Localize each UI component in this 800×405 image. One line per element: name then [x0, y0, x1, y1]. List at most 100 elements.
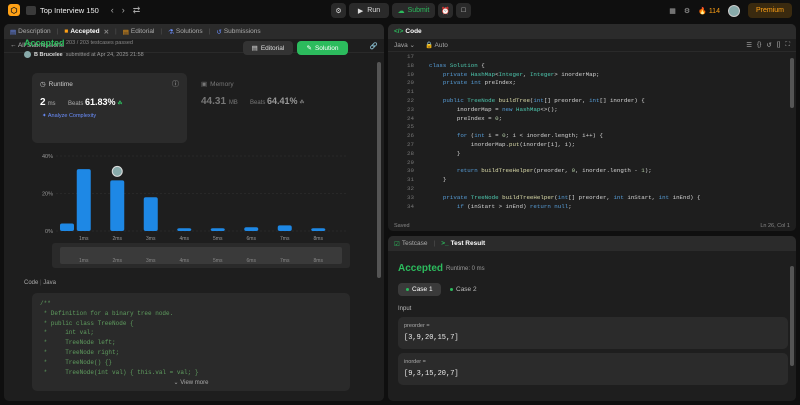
debug-icon[interactable]: ⚙ [331, 3, 346, 18]
author-name[interactable]: B Brucelee [34, 52, 63, 58]
y-tick-label: 20% [42, 192, 53, 198]
user-avatar[interactable] [727, 4, 740, 17]
range-tick-label: 2ms [113, 258, 123, 264]
case-1-tab[interactable]: Case 1 [398, 283, 441, 296]
run-button[interactable]: ▶ Run [349, 3, 389, 18]
line-number: 34 [407, 202, 414, 210]
memory-beats: Beats 64.41% ☘ [250, 96, 305, 106]
input-preorder: preorder = [3,9,20,15,7] [398, 317, 788, 349]
submit-label: Submit [407, 7, 430, 14]
chart-bar[interactable] [244, 227, 259, 231]
chart-bar[interactable] [76, 169, 91, 231]
runtime-label: Runtime [48, 80, 73, 88]
code-line: * TreeNode left; [40, 339, 116, 347]
reset-icon[interactable]: ↺ [766, 41, 771, 49]
left-scrollbar[interactable] [377, 62, 381, 278]
submit-button[interactable]: ☁ Submit [392, 3, 435, 18]
code-editor[interactable]: 17 18 class Solution {19 private HashMap<I… [388, 53, 796, 217]
chart-bar[interactable] [210, 228, 225, 231]
solution-button[interactable]: ✎ Solution [297, 41, 348, 55]
input-name: inorder = [404, 359, 426, 365]
case-2-tab[interactable]: Case 2 [442, 283, 485, 296]
code-line: private TreeNode buildTreeHelper(int[] p… [442, 193, 701, 201]
test-scrollbar[interactable] [790, 266, 794, 366]
range-tick-label: 3ms [146, 258, 156, 264]
tab-label: Submissions [223, 28, 261, 35]
runtime-distribution-chart[interactable]: 40% 20% 0% 1ms 1ms 2ms 2ms 3ms 3ms 4ms 4ms 5ms 5ms 6m… [34, 151, 350, 271]
chart-bar[interactable] [110, 180, 125, 231]
next-problem-icon[interactable]: › [122, 5, 125, 15]
braces-icon[interactable]: {} [757, 41, 761, 49]
tab-testcase[interactable]: ☑ Testcase [394, 240, 427, 248]
prev-problem-icon[interactable]: ‹ [111, 5, 114, 15]
close-icon[interactable]: ✕ [104, 28, 109, 36]
fullscreen-icon[interactable]: ⛶ [785, 41, 790, 49]
cloud-upload-icon: ☁ [397, 7, 405, 15]
code-tabs: </> Code [388, 24, 796, 39]
list-icon [26, 5, 36, 15]
auto-mode[interactable]: 🔒 Auto [425, 41, 448, 49]
shuffle-icon[interactable]: ⇄ [133, 5, 141, 16]
language-select[interactable]: Java ⌄ [394, 41, 415, 49]
line-number: 31 [407, 176, 414, 184]
tab-accepted[interactable]: ■ Accepted ✕ [64, 28, 109, 36]
code-line: * public class TreeNode { [40, 319, 134, 327]
tab-editorial[interactable]: ▤ Editorial [123, 28, 155, 36]
memory-number: 44.31 [201, 96, 227, 107]
code-line: if (inStart > inEnd) return null; [456, 202, 572, 210]
brackets-icon[interactable]: [] [777, 41, 781, 49]
premium-button[interactable]: Premium [747, 3, 792, 18]
view-more-button[interactable]: ⌄ View more [32, 379, 350, 389]
editorial-button[interactable]: ▤ Editorial [243, 41, 293, 55]
analyze-complexity-link[interactable]: ✦ Analyze Complexity [42, 113, 96, 119]
language-label: Java [394, 42, 408, 49]
link-icon[interactable]: 🔗 [370, 42, 378, 50]
info-icon[interactable]: ⓘ [172, 79, 179, 89]
chart-bar[interactable] [177, 228, 192, 231]
saved-status: Saved [394, 223, 410, 229]
runtime-card[interactable]: ◷ Runtime ⓘ 2 ms Beats 61.83% ☘ ✦ Analyze … [32, 73, 187, 143]
clock-icon: ◷ [40, 81, 46, 88]
memory-card[interactable]: ▣ Memory [201, 80, 234, 89]
tab-label: Solutions [175, 28, 203, 35]
line-number: 28 [407, 149, 414, 157]
timer-icon[interactable]: ⏰ [438, 3, 453, 18]
chart-bar[interactable] [311, 228, 326, 231]
runtime-beats: Beats 61.83% ☘ [68, 97, 123, 107]
tab-code[interactable]: </> Code [394, 28, 422, 35]
tab-submissions[interactable]: ↺ Submissions [216, 28, 260, 36]
input-value: [9,3,15,20,7] [404, 370, 459, 378]
chart-bar[interactable] [60, 223, 74, 232]
author-avatar[interactable] [24, 51, 31, 58]
leetcode-logo[interactable]: ⬡ [8, 4, 20, 16]
tab-description[interactable]: ▤ Description [10, 28, 51, 36]
problem-list-button[interactable]: Top Interview 150 [26, 5, 99, 15]
run-label: Run [367, 7, 381, 14]
tab-test-result[interactable]: >_ Test Result [441, 240, 485, 247]
input-value: [3,9,20,15,7] [404, 334, 459, 342]
problem-list-title: Top Interview 150 [40, 5, 99, 15]
code-label: Code [24, 280, 39, 286]
tab-solutions[interactable]: ⚗ Solutions [168, 28, 203, 36]
tab-label: Code [405, 28, 422, 35]
notes-icon[interactable]: □ [456, 3, 471, 18]
bookmark-icon[interactable]: ☰ [746, 41, 752, 49]
user-runtime-marker[interactable] [111, 165, 123, 177]
chevron-down-icon: ⌄ [173, 380, 179, 387]
sparkle-icon: ✦ [42, 113, 47, 119]
chart-range-window[interactable] [60, 247, 342, 264]
code-line: * TreeNode() {} [40, 358, 113, 366]
beats-label: Beats [68, 101, 84, 107]
line-number: 24 [407, 114, 414, 122]
code-line: return buildTreeHelper(preorder, 0, inor… [456, 167, 652, 175]
code-line: } [429, 149, 461, 157]
streak-counter[interactable]: 🔥 114 [698, 7, 720, 15]
range-tick-label: 1ms [79, 258, 89, 264]
editor-scrollbar[interactable] [790, 58, 794, 108]
layout-icon[interactable]: ▦ [669, 7, 676, 15]
chart-bar[interactable] [143, 197, 158, 231]
settings-icon[interactable]: ⚙ [684, 7, 690, 15]
chart-bar[interactable] [277, 225, 292, 231]
tab-label: Test Result [450, 240, 486, 247]
tab-label: Testcase [401, 240, 428, 247]
